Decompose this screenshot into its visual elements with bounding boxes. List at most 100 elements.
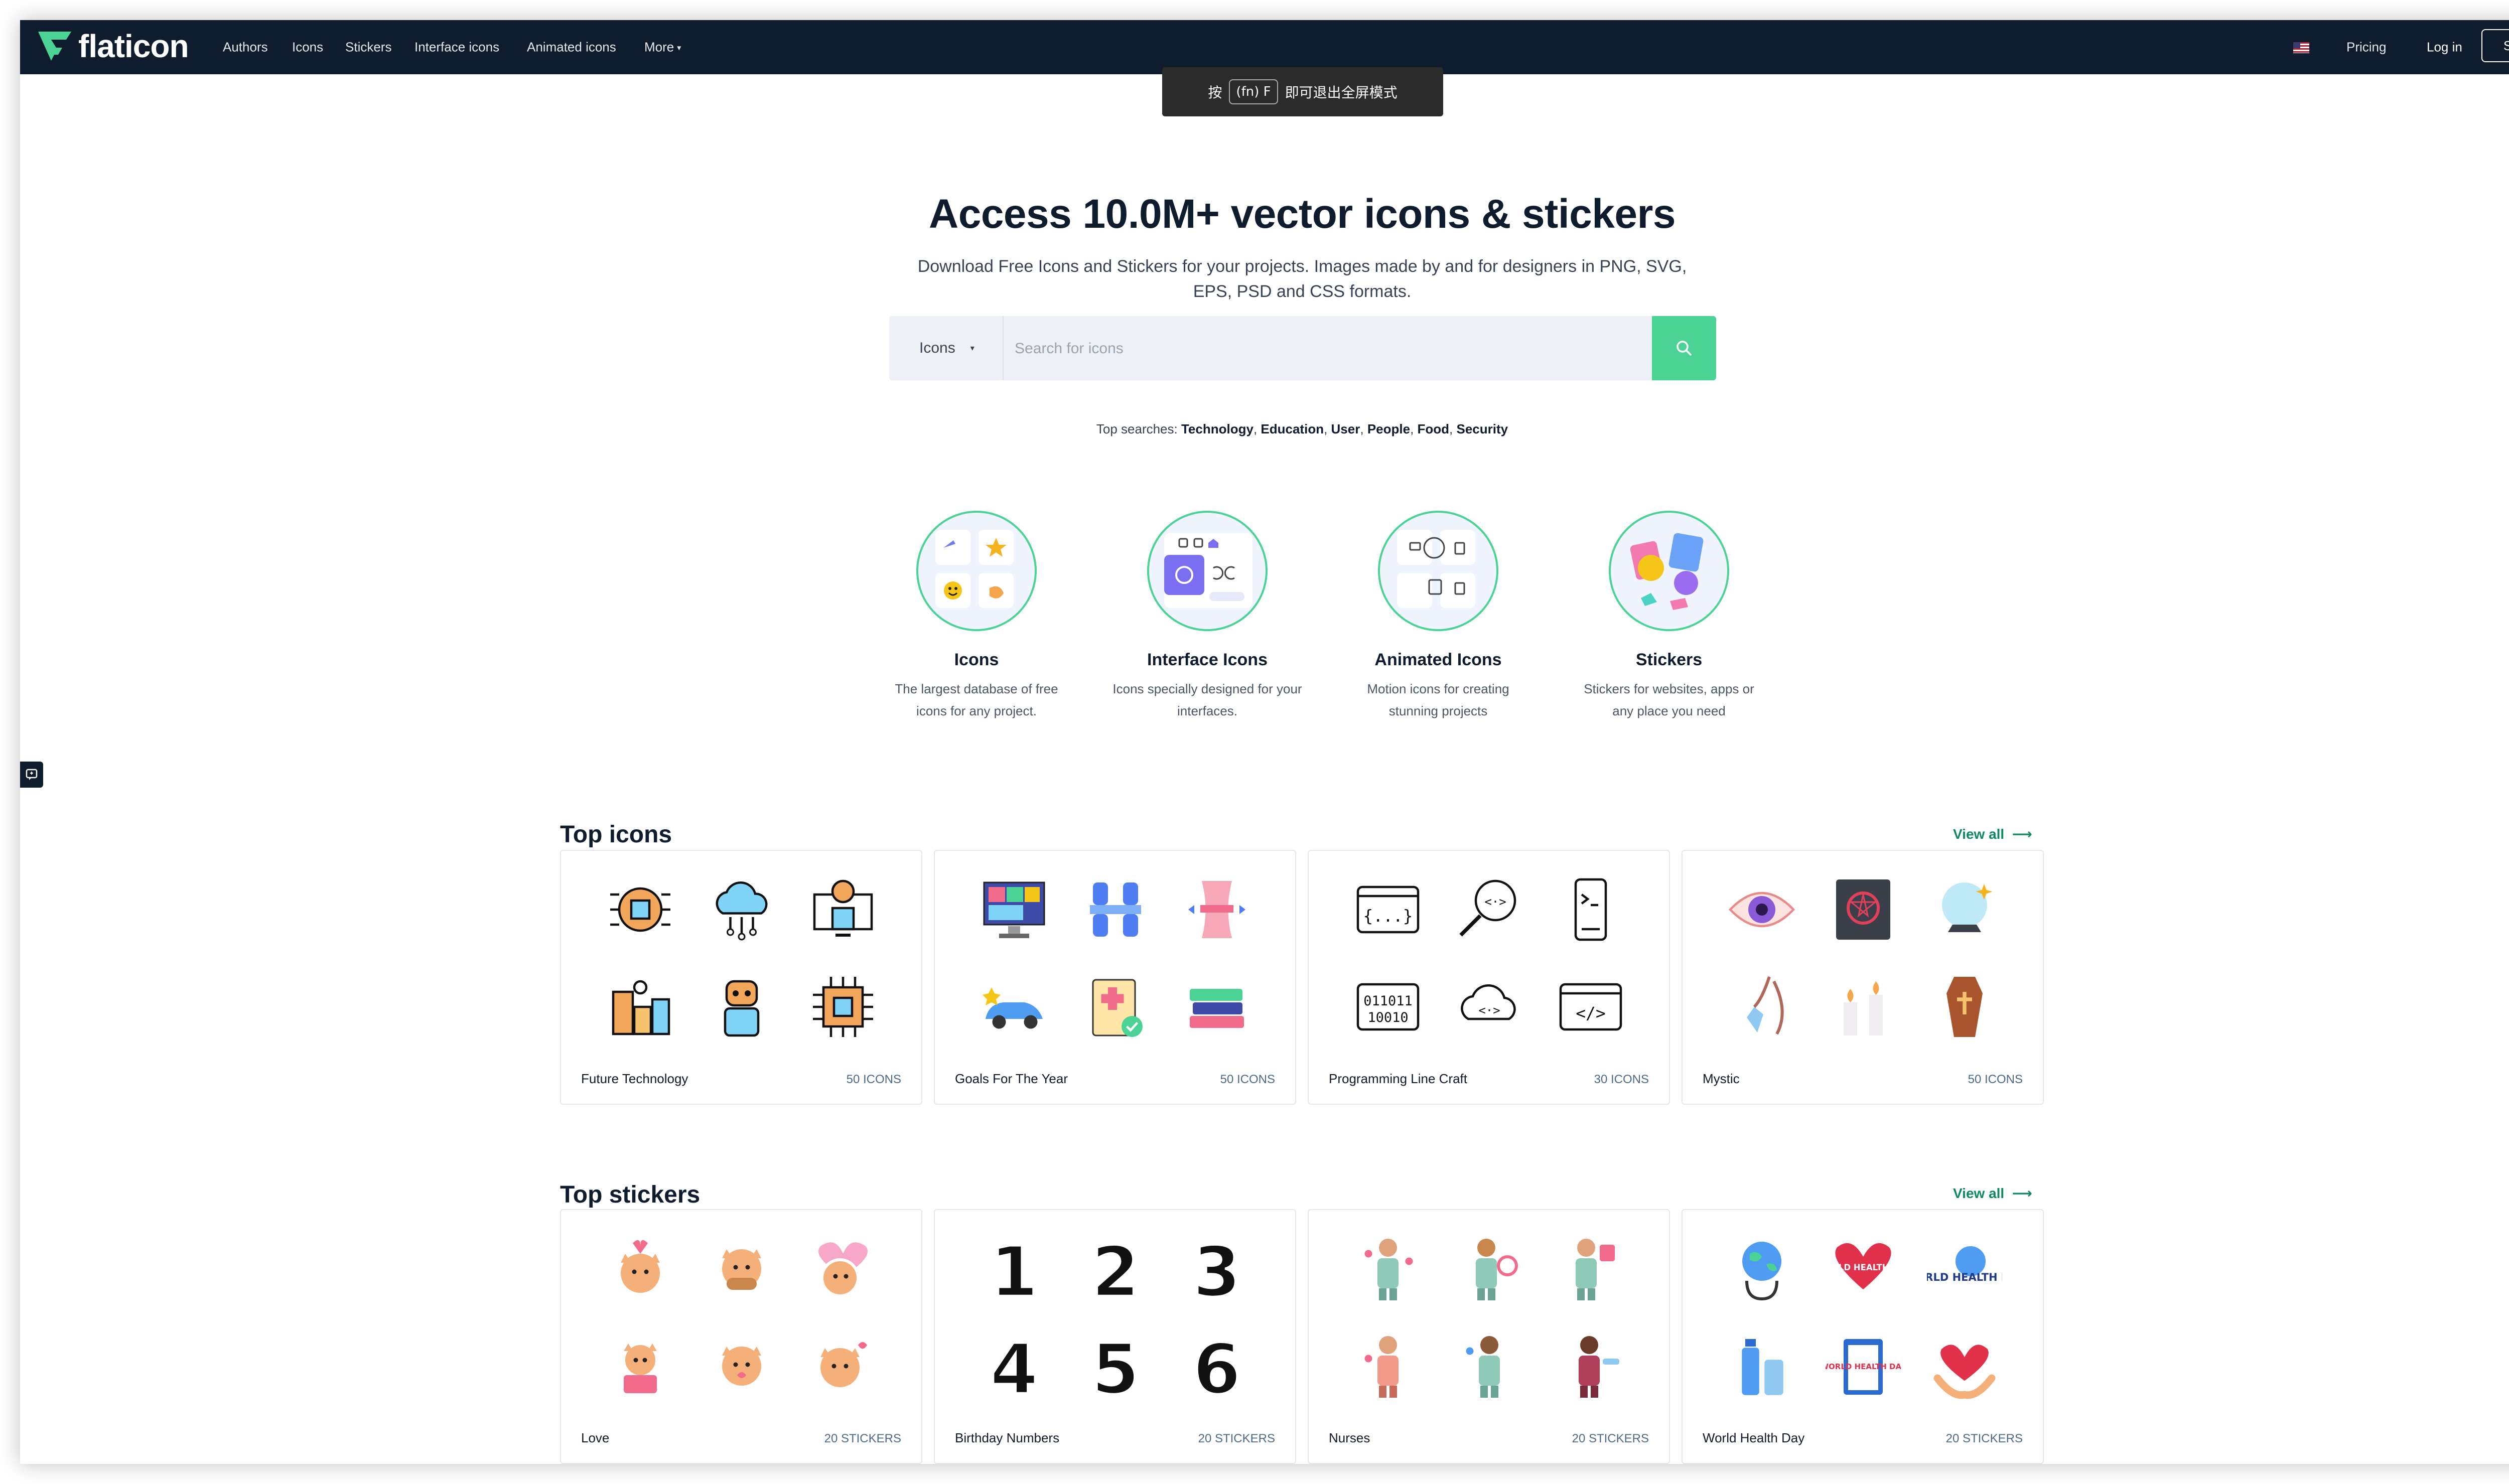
nav-more[interactable]: More ▾	[644, 40, 681, 55]
fullscreen-exit-toast: 按 (fn) F 即可退出全屏模式	[1162, 67, 1443, 116]
top-search-people[interactable]: People	[1367, 421, 1410, 436]
flaticon-logo-icon	[38, 32, 71, 61]
category-description: Motion icons for creating stunning proje…	[1367, 681, 1509, 718]
waist-measure-icon	[1173, 868, 1261, 951]
feedback-tab[interactable]	[20, 762, 43, 788]
search-input[interactable]	[1004, 316, 1652, 380]
flaticon-logo[interactable]: flaticon	[36, 28, 189, 64]
nav-stickers[interactable]: Stickers	[345, 40, 391, 55]
search-icon	[1677, 341, 1692, 356]
chip-brain-icon	[596, 868, 684, 951]
world-heart-globe-sticker: WORLD HEALTH DAY	[1920, 1227, 2009, 1310]
code-tag-window-icon: </>	[1547, 965, 1635, 1049]
monitor-dashboard-icon	[970, 868, 1058, 951]
sticker-caption: WORLD HEALTH DAY	[1826, 1263, 1901, 1272]
svg-text:{...}: {...}	[1363, 906, 1413, 926]
nav-authors[interactable]: Authors	[223, 40, 268, 55]
nurse-clipboard-sticker	[1445, 1324, 1534, 1408]
top-searches: Top searches: Technology, Education, Use…	[1096, 421, 1508, 436]
sticker-number: 2	[1091, 1232, 1140, 1306]
pack-name: Future Technology	[581, 1071, 688, 1086]
search-type-label: Icons	[919, 340, 955, 356]
nav-interface-icons[interactable]: Interface icons	[414, 40, 499, 55]
number-three-sticker: 3	[1173, 1227, 1261, 1310]
sticker-pack-card[interactable]: Nurses 20 STICKERS	[1308, 1209, 1670, 1464]
icon-pack-card[interactable]: {...} <·> 011011 10010 <·> </> Programmin…	[1308, 850, 1670, 1105]
signup-button[interactable]: Sign up	[2481, 29, 2509, 62]
sticker-number: 5	[1091, 1329, 1140, 1404]
browser-window: flaticon Authors Icons Stickers Interfac…	[20, 20, 2509, 1464]
us-flag-icon[interactable]	[2293, 42, 2309, 53]
robot-icon	[698, 965, 786, 1049]
icon-pack-preview: {...} <·> 011011 10010 <·> </>	[1344, 868, 1635, 1049]
top-search-user[interactable]: User	[1331, 421, 1360, 436]
top-search-food[interactable]: Food	[1418, 421, 1450, 436]
microchip-icon	[799, 965, 887, 1049]
category-icons[interactable]: Icons The largest database of free icons…	[876, 511, 1077, 722]
number-five-sticker: 5	[1071, 1324, 1160, 1408]
sticker-pack-card[interactable]: Love 20 STICKERS	[560, 1209, 922, 1464]
login-link[interactable]: Log in	[2427, 40, 2462, 55]
pack-count: 30 ICONS	[1594, 1073, 1649, 1086]
sticker-pack-card[interactable]: 1 2 3 4 5 6 Birthday Numbers 20 STICKERS	[934, 1209, 1296, 1464]
pack-count: 20 STICKERS	[1198, 1432, 1275, 1445]
top-navigation-bar: flaticon Authors Icons Stickers Interfac…	[20, 20, 2509, 74]
world-health-heart-sticker: WORLD HEALTH DAY	[1819, 1227, 1907, 1310]
pack-name: Birthday Numbers	[955, 1430, 1060, 1445]
sticker-caption: WORLD HEALTH DAY	[1927, 1271, 2002, 1283]
search-button[interactable]	[1652, 316, 1716, 380]
pack-name: Programming Line Craft	[1329, 1071, 1467, 1086]
view-all-label: View all	[1953, 1185, 2005, 1201]
cat-kiss-sticker	[799, 1324, 887, 1408]
cat-hug-sticker	[698, 1324, 786, 1408]
car-celebration-icon	[970, 965, 1058, 1049]
candles-icon	[1819, 965, 1907, 1049]
arrow-right-icon: ⟶	[2008, 1185, 2032, 1201]
view-all-label: View all	[1953, 826, 2005, 842]
section-title-top-stickers: Top stickers	[560, 1181, 701, 1208]
cat-pot-sticker	[596, 1324, 684, 1408]
pack-count: 50 ICONS	[846, 1073, 901, 1086]
pack-count: 50 ICONS	[1220, 1073, 1275, 1086]
category-animated-icons[interactable]: Animated Icons Motion icons for creating…	[1338, 511, 1539, 722]
city-blocks-icon	[596, 965, 684, 1049]
chevron-down-icon: ▾	[677, 44, 681, 53]
pack-name: Love	[581, 1430, 610, 1445]
icon-pack-card[interactable]: Mystic 50 ICONS	[1682, 850, 2044, 1105]
sticker-pack-preview: 1 2 3 4 5 6	[970, 1227, 1261, 1408]
hands-heart-sticker	[1920, 1324, 2009, 1408]
sticker-pack-card[interactable]: WORLD HEALTH DAY WORLD HEALTH DAY WORLD …	[1682, 1209, 2044, 1464]
svg-text:011011: 011011	[1363, 993, 1413, 1009]
search-type-select[interactable]: Icons ▾	[889, 316, 1004, 380]
view-all-icons-link[interactable]: View all ⟶	[1953, 826, 2032, 842]
nav-icons[interactable]: Icons	[292, 40, 323, 55]
category-description: Stickers for websites, apps or any place…	[1584, 681, 1754, 718]
coffin-icon	[1920, 965, 2009, 1049]
top-search-security[interactable]: Security	[1457, 421, 1508, 436]
pack-name: Nurses	[1329, 1430, 1370, 1445]
category-description: Icons specially designed for your interf…	[1112, 681, 1302, 718]
icon-pack-preview	[1718, 868, 2009, 1049]
top-search-technology[interactable]: Technology	[1181, 421, 1253, 436]
nurse-hearts-sticker	[1344, 1324, 1432, 1408]
sticker-number: 3	[1193, 1232, 1241, 1306]
top-search-education[interactable]: Education	[1261, 421, 1324, 436]
icon-pack-card[interactable]: Goals For The Year 50 ICONS	[934, 850, 1296, 1105]
crystal-ball-icon	[1920, 868, 2009, 951]
svg-text:</>: </>	[1576, 1003, 1606, 1023]
number-one-sticker: 1	[970, 1227, 1058, 1310]
icon-pack-preview	[970, 868, 1261, 1049]
pricing-link[interactable]: Pricing	[2346, 40, 2386, 55]
feedback-icon	[26, 769, 38, 780]
interface-collage-icon	[1164, 533, 1252, 608]
category-stickers[interactable]: Stickers Stickers for websites, apps or …	[1569, 511, 1769, 722]
nurse-notes-sticker	[1547, 1227, 1635, 1310]
animated-icons-category-illustration	[1378, 511, 1498, 631]
category-title: Stickers	[1635, 650, 1703, 669]
stickers-collage-icon	[1630, 533, 1704, 610]
search-bar: Icons ▾	[889, 316, 1716, 380]
nav-animated-icons[interactable]: Animated icons	[527, 40, 616, 55]
category-interface-icons[interactable]: Interface Icons Icons specially designed…	[1107, 511, 1308, 722]
view-all-stickers-link[interactable]: View all ⟶	[1953, 1185, 2032, 1202]
icon-pack-card[interactable]: Future Technology 50 ICONS	[560, 850, 922, 1105]
